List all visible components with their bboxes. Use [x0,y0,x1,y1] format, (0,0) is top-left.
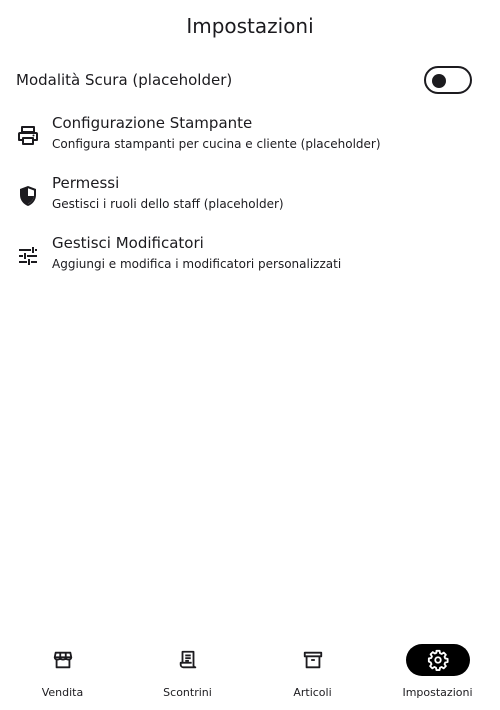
dark-mode-row[interactable]: Modalità Scura (placeholder) [16,62,472,98]
toggle-thumb [432,74,446,88]
store-icon [52,649,74,671]
settings-item-title: Configurazione Stampante [52,114,253,132]
nav-item-scontrini[interactable]: Scontrini [125,644,250,704]
shield-icon [16,184,40,208]
printer-icon [16,124,40,148]
settings-item-title: Gestisci Modificatori [52,234,204,252]
nav-item-articoli[interactable]: Articoli [250,644,375,704]
nav-item-impostazioni[interactable]: Impostazioni [375,644,500,704]
settings-item-subtitle: Configura stampanti per cucina e cliente… [52,137,381,151]
settings-item-modifiers[interactable]: Gestisci Modificatori Aggiungi e modific… [16,234,476,282]
nav-label: Vendita [41,686,84,699]
bottom-navigation: Vendita Scontrini Articoli Impostazioni [0,640,500,710]
gear-icon [427,649,449,671]
settings-item-permissions[interactable]: Permessi Gestisci i ruoli dello staff (p… [16,174,476,222]
page-title: Impostazioni [186,14,314,38]
settings-item-subtitle: Aggiungi e modifica i modificatori perso… [52,257,342,271]
dark-mode-label: Modalità Scura (placeholder) [16,71,233,89]
receipt-icon [177,649,199,671]
settings-item-subtitle: Gestisci i ruoli dello staff (placeholde… [52,197,284,211]
settings-item-printer[interactable]: Configurazione Stampante Configura stamp… [16,114,476,162]
nav-item-vendita[interactable]: Vendita [0,644,125,704]
archive-icon [302,649,324,671]
tune-icon [16,244,40,268]
settings-item-title: Permessi [52,174,120,192]
nav-label: Articoli [293,686,332,699]
nav-label: Scontrini [163,686,212,699]
nav-label: Impostazioni [402,686,473,699]
dark-mode-toggle[interactable] [424,66,472,94]
